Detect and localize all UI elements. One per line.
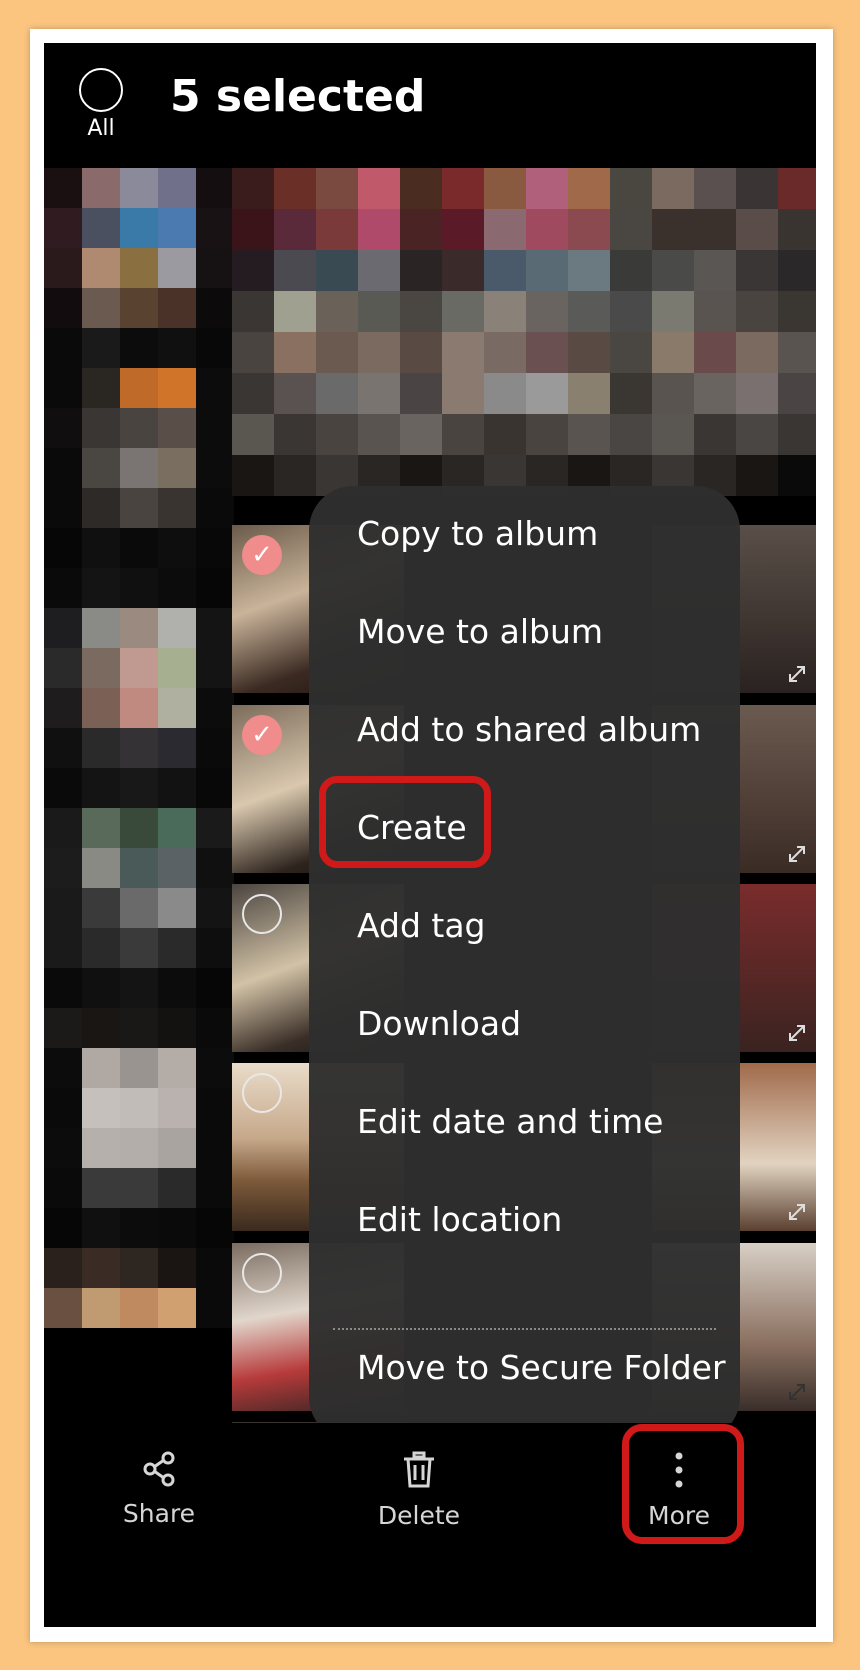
share-label: Share — [122, 1499, 196, 1528]
page-title: 5 selected — [170, 71, 426, 122]
thumbnail-column-left — [44, 168, 234, 1548]
select-all-checkbox[interactable] — [79, 68, 123, 112]
share-icon — [143, 1451, 175, 1487]
delete-label: Delete — [377, 1501, 461, 1530]
gallery-screen: All 5 selected ✓ ✓ Copy to album Move to… — [44, 43, 816, 1627]
expand-icon[interactable] — [786, 1022, 808, 1044]
menu-item-copy-to-album[interactable]: Copy to album — [357, 514, 598, 553]
menu-item-move-to-album[interactable]: Move to album — [357, 612, 603, 651]
trash-icon — [404, 1451, 434, 1488]
delete-button[interactable]: Delete — [344, 1451, 494, 1530]
blurred-thumbnails — [232, 168, 816, 498]
highlight-box-more — [622, 1424, 744, 1544]
expand-icon[interactable] — [786, 843, 808, 865]
menu-divider — [333, 1328, 716, 1330]
select-all-label: All — [87, 116, 115, 141]
unchecked-circle[interactable] — [242, 894, 282, 934]
menu-item-download[interactable]: Download — [357, 1004, 521, 1043]
expand-icon[interactable] — [786, 1201, 808, 1223]
more-options-menu: Copy to album Move to album Add to share… — [309, 486, 740, 1441]
share-button[interactable]: Share — [84, 1451, 234, 1528]
menu-item-add-to-shared-album[interactable]: Add to shared album — [357, 710, 701, 749]
menu-item-edit-date-time[interactable]: Edit date and time — [357, 1102, 663, 1141]
check-icon[interactable]: ✓ — [242, 535, 282, 575]
expand-icon[interactable] — [786, 1381, 808, 1403]
unchecked-circle[interactable] — [242, 1073, 282, 1113]
menu-item-edit-location[interactable]: Edit location — [357, 1200, 562, 1239]
expand-icon[interactable] — [786, 663, 808, 685]
select-all-toggle[interactable]: All — [76, 68, 126, 141]
highlight-box-create — [319, 776, 491, 868]
check-icon[interactable]: ✓ — [242, 715, 282, 755]
menu-item-move-to-secure-folder[interactable]: Move to Secure Folder — [357, 1348, 726, 1387]
unchecked-circle[interactable] — [242, 1253, 282, 1293]
menu-item-add-tag[interactable]: Add tag — [357, 906, 486, 945]
